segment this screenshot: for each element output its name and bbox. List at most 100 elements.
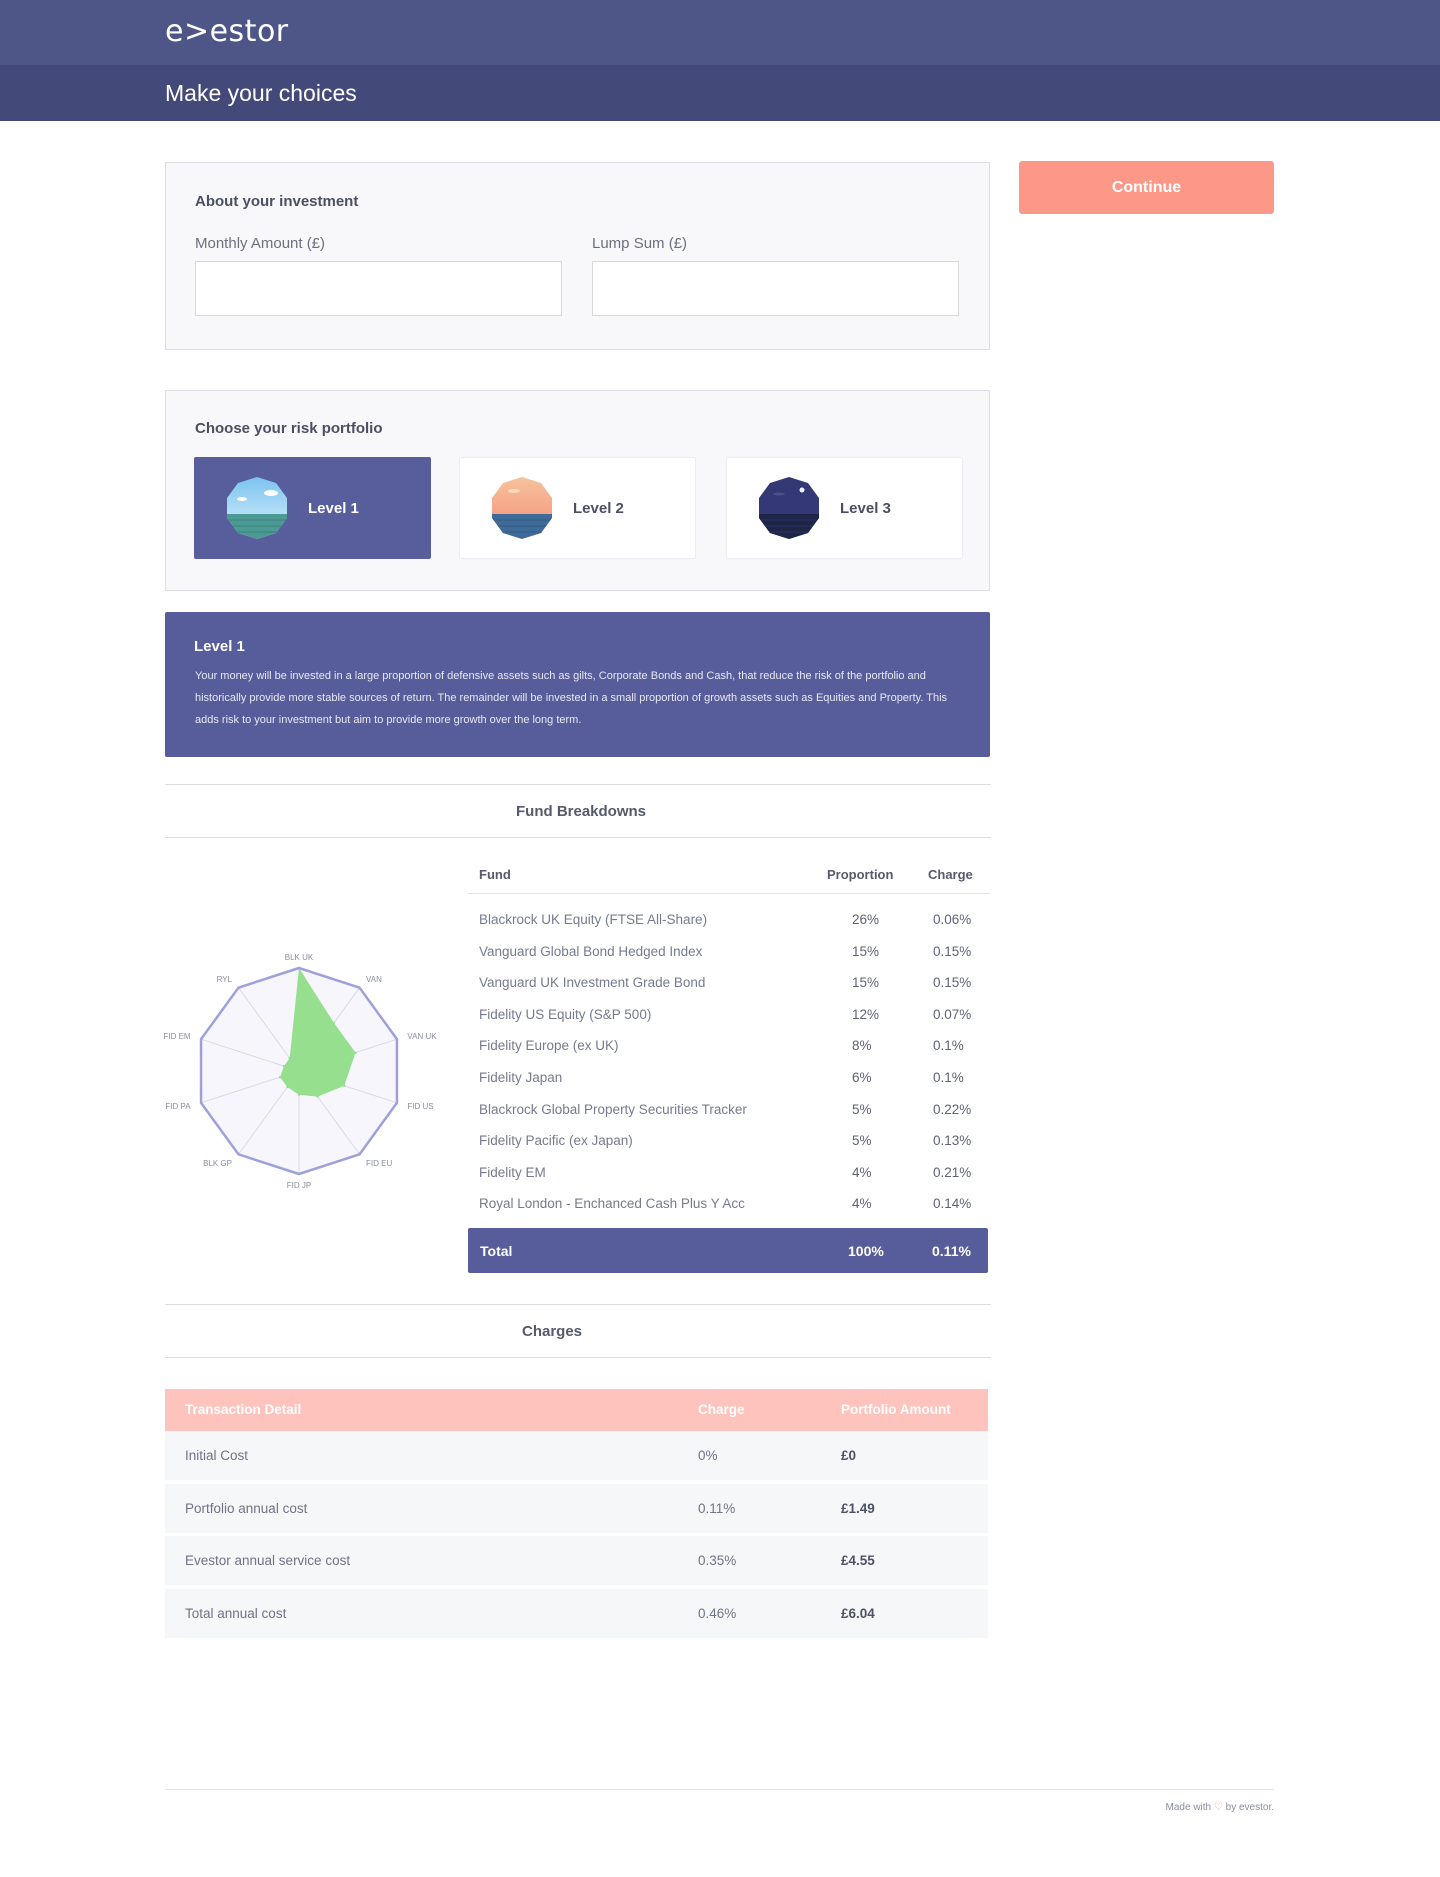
risk-description-panel: Level 1 Your money will be invested in a… — [165, 612, 990, 757]
continue-button[interactable]: Continue — [1019, 161, 1274, 214]
fund-proportion: 4% — [852, 1164, 872, 1180]
fund-total-proportion: 100% — [848, 1243, 884, 1259]
divider — [165, 1357, 991, 1358]
fund-row: Royal London - Enchanced Cash Plus Y Acc… — [468, 1190, 990, 1221]
footer-divider — [165, 1789, 1274, 1790]
charge-rate: 0.11% — [698, 1500, 736, 1516]
radar-point — [278, 1075, 282, 1079]
investment-card: About your investment Monthly Amount (£)… — [165, 162, 990, 350]
radar-point — [316, 1095, 319, 1098]
divider — [165, 837, 991, 838]
transaction-detail-header: Transaction Detail — [185, 1402, 302, 1417]
charge-row: Portfolio annual cost 0.11% £1.49 — [165, 1483, 988, 1535]
radar-point — [332, 1021, 336, 1025]
monthly-amount-input[interactable] — [195, 261, 562, 316]
risk-level-3-card[interactable]: Level 3 — [726, 457, 963, 559]
charge-amount: £1.49 — [841, 1500, 875, 1516]
logo[interactable]: e>estor — [165, 14, 289, 49]
radar-point — [286, 1085, 289, 1089]
fund-name: Vanguard UK Investment Grade Bond — [479, 975, 706, 991]
radar-axis-label: RYL — [217, 975, 233, 984]
fund-proportion: 15% — [852, 975, 880, 991]
risk-heading: Choose your risk portfolio — [195, 420, 383, 437]
fund-row: Vanguard Global Bond Hedged Index 15% 0.15… — [468, 938, 990, 969]
page-header: Make your choices — [0, 65, 1440, 121]
risk-level-1-card[interactable]: Level 1 — [194, 457, 431, 559]
charge-amount: £4.55 — [841, 1553, 875, 1568]
fund-table-header: Fund Proportion Charge — [468, 857, 990, 894]
page-title: Make your choices — [165, 80, 357, 106]
fund-row: Blackrock Global Property Securities Tra… — [468, 1096, 990, 1127]
charge-column-header: Charge — [928, 867, 973, 882]
fund-proportion: 26% — [852, 912, 880, 927]
risk-description-text: Your money will be invested in a large p… — [195, 670, 948, 726]
radar-axis-label: BLK UK — [285, 953, 314, 962]
charge-rate: 0.35% — [698, 1553, 737, 1568]
fund-name: Blackrock UK Equity (FTSE All-Share) — [479, 912, 708, 927]
fund-row: Fidelity EM 4% 0.21% — [468, 1159, 990, 1190]
fund-charge: 0.13% — [933, 1133, 972, 1149]
top-bar: e>estor — [0, 0, 1440, 65]
charge-amount: £0 — [841, 1448, 857, 1463]
fund-name: Vanguard Global Bond Hedged Index — [479, 943, 703, 959]
fund-name: Blackrock Global Property Securities Tra… — [479, 1101, 747, 1117]
fund-total-row: Total 100% 0.11% — [468, 1228, 988, 1273]
fund-name: Royal London - Enchanced Cash Plus Y Acc — [479, 1196, 745, 1212]
investment-heading: About your investment — [195, 193, 359, 210]
risk-level-2-label: Level 2 — [573, 500, 624, 517]
radar-axis-label: VAN — [366, 975, 382, 984]
risk-description-title: Level 1 — [194, 638, 245, 655]
charge-row: Initial Cost 0% £0 — [165, 1431, 988, 1482]
fund-row: Fidelity Pacific (ex Japan) 5% 0.13% — [468, 1127, 990, 1158]
fund-name: Fidelity Pacific (ex Japan) — [479, 1133, 633, 1149]
fund-row: Fidelity Europe (ex UK) 8% 0.1% — [468, 1032, 990, 1063]
charge-header: Charge — [698, 1402, 745, 1417]
fund-radar-chart: BLK UK VAN VAN UK FID US FID EU FID JP BLK GP F… — [163, 953, 437, 1190]
radar-axis-label: FID EU — [366, 1159, 392, 1168]
fund-charge: 0.1% — [933, 1070, 964, 1085]
day-sea-icon — [227, 477, 287, 539]
fund-total-charge: 0.11% — [932, 1243, 971, 1259]
charge-row: Total annual cost 0.46% £6.04 — [165, 1588, 988, 1640]
fund-charge: 0.1% — [933, 1038, 964, 1054]
fund-name: Fidelity Japan — [479, 1070, 563, 1085]
radar-axis-label: FID EM — [163, 1032, 190, 1041]
fund-proportion: 5% — [852, 1101, 872, 1117]
fund-row: Blackrock UK Equity (FTSE All-Share) 26% 0… — [468, 906, 990, 937]
fund-charge: 0.22% — [933, 1101, 972, 1117]
fund-charge: 0.06% — [933, 912, 972, 927]
fund-proportion: 15% — [852, 943, 880, 959]
footer-made-with: Made with — [1165, 1802, 1212, 1813]
lump-sum-input[interactable] — [592, 261, 959, 316]
fund-name: Fidelity EM — [479, 1164, 546, 1180]
charge-rate: 0% — [698, 1448, 718, 1463]
fund-charge: 0.21% — [933, 1164, 972, 1180]
lump-sum-label: Lump Sum (£) — [592, 235, 688, 252]
charge-rate: 0.46% — [698, 1605, 737, 1621]
night-sea-icon — [759, 477, 819, 539]
radar-point — [288, 1056, 291, 1060]
proportion-column-header: Proportion — [827, 867, 894, 882]
radar-point — [282, 1064, 286, 1068]
portfolio-amount-header: Portfolio Amount — [841, 1402, 951, 1417]
fund-charge: 0.15% — [933, 975, 972, 991]
footer-by: by evestor. — [1225, 1802, 1274, 1813]
radar-axis-label: BLK GP — [203, 1159, 232, 1168]
divider — [165, 784, 991, 785]
radar-axis-label: FID PA — [165, 1102, 191, 1111]
fund-proportion: 12% — [852, 1006, 880, 1022]
fund-column-header: Fund — [479, 867, 511, 882]
charge-detail: Initial Cost — [185, 1448, 249, 1463]
fund-charge: 0.07% — [933, 1006, 972, 1022]
charge-amount: £6.04 — [841, 1605, 875, 1621]
fund-charge: 0.15% — [933, 943, 972, 959]
fund-charge: 0.14% — [933, 1196, 972, 1212]
risk-level-2-card[interactable]: Level 2 — [459, 457, 696, 559]
radar-axis-label: FID US — [407, 1102, 433, 1111]
charge-detail: Evestor annual service cost — [185, 1553, 351, 1568]
charges-table-header: Transaction Detail Charge Portfolio Amou… — [165, 1389, 988, 1431]
radar-axis-label: VAN UK — [407, 1032, 437, 1041]
fund-proportion: 4% — [852, 1196, 872, 1212]
sunset-sea-icon — [492, 477, 552, 539]
fund-total-label: Total — [480, 1243, 513, 1259]
